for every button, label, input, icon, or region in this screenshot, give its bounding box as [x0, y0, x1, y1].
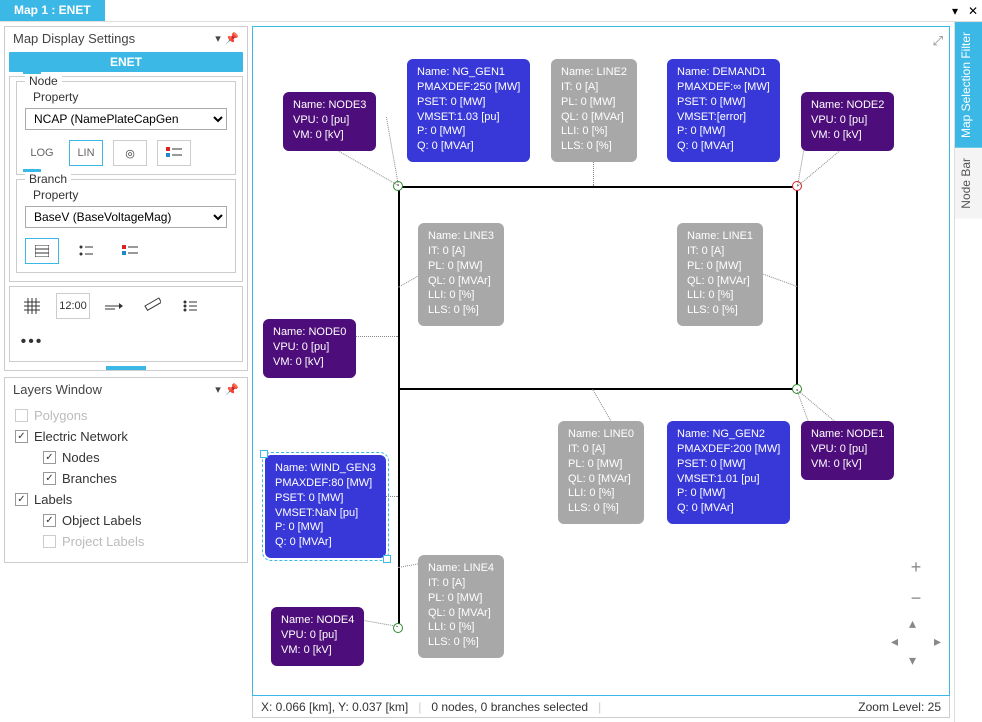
nodes-checkbox[interactable]: ✓ [43, 451, 56, 464]
label-line4[interactable]: Name: LINE4IT: 0 [A]PL: 0 [MW]QL: 0 [MVA… [418, 555, 504, 658]
status-coords: X: 0.066 [km], Y: 0.037 [km] [261, 700, 408, 714]
tab-node-bar[interactable]: Node Bar [955, 148, 982, 219]
status-zoom: Zoom Level: 25 [858, 700, 941, 714]
labels-label: Labels [34, 492, 72, 507]
branch-line[interactable] [398, 186, 400, 390]
branch-property-label: Property [33, 188, 227, 202]
layers-panel: Layers Window ▾ 📌 Polygons ✓ Electric Net… [4, 377, 248, 563]
tab-map1[interactable]: Map 1 : ENET [0, 0, 105, 21]
legend-icon[interactable] [157, 140, 191, 166]
time-button[interactable]: 12:00 [56, 293, 90, 319]
label-node3[interactable]: Name: NODE3VPU: 0 [pu]VM: 0 [kV] [283, 92, 376, 151]
pan-left-button[interactable]: ◂ [891, 633, 898, 650]
branches-checkbox[interactable]: ✓ [43, 472, 56, 485]
zoom-in-button[interactable]: + [911, 557, 922, 578]
branch-view1-icon[interactable] [25, 238, 59, 264]
branch-legend: Branch [25, 172, 71, 186]
pan-down-button[interactable]: ▾ [909, 652, 916, 669]
label-ng-gen2[interactable]: Name: NG_GEN2PMAXDEF:200 [MW]PSET: 0 [MW… [667, 421, 790, 524]
project-labels-checkbox[interactable] [43, 535, 56, 548]
label-node4[interactable]: Name: NODE4VPU: 0 [pu]VM: 0 [kV] [271, 607, 364, 666]
branch-property-select[interactable]: BaseV (BaseVoltageMag) [25, 206, 227, 228]
node-property-label: Property [33, 90, 227, 104]
pan-up-button[interactable]: ▴ [909, 615, 916, 632]
label-wind-gen3[interactable]: Name: WIND_GEN3PMAXDEF:80 [MW]PSET: 0 [M… [265, 455, 386, 558]
collapse-icon[interactable]: ▾ [211, 32, 225, 45]
map-canvas[interactable]: ⤢ [252, 26, 950, 696]
window-close-icon[interactable]: ✕ [964, 0, 982, 21]
polygons-checkbox[interactable] [15, 409, 28, 422]
status-selection: 0 nodes, 0 branches selected [431, 700, 588, 714]
branch-legend-icon[interactable] [113, 238, 147, 264]
layers-collapse-icon[interactable]: ▾ [211, 383, 225, 396]
project-labels-label: Project Labels [62, 534, 144, 549]
window-minimize-icon[interactable]: ▾ [946, 0, 964, 21]
zoom-out-button[interactable]: − [911, 588, 922, 609]
right-tabs: Map Selection Filter Node Bar [954, 22, 982, 722]
branch-line[interactable] [398, 186, 798, 188]
electric-label: Electric Network [34, 429, 128, 444]
tab-selection-filter[interactable]: Map Selection Filter [955, 22, 982, 148]
more-icon[interactable]: ••• [18, 329, 46, 355]
ruler-icon[interactable] [138, 293, 166, 319]
log-button[interactable]: LOG [25, 140, 59, 166]
pin-icon[interactable]: 📌 [225, 32, 239, 45]
label-line3[interactable]: Name: LINE3IT: 0 [A]PL: 0 [MW]QL: 0 [MVA… [418, 223, 504, 326]
polygons-label: Polygons [34, 408, 87, 423]
map-display-settings-panel: Map Display Settings ▾ 📌 ENET Node Prope… [4, 26, 248, 371]
nodes-label: Nodes [62, 450, 100, 465]
status-bar: X: 0.066 [km], Y: 0.037 [km] | 0 nodes, … [252, 696, 950, 718]
grid-icon[interactable] [18, 293, 46, 319]
left-sidebar: Map Display Settings ▾ 📌 ENET Node Prope… [0, 22, 252, 722]
label-demand1[interactable]: Name: DEMAND1PMAXDEF:∞ [MW]PSET: 0 [MW]V… [667, 59, 780, 162]
zoom-controls: + − ▴ ◂ ▸ ▾ [893, 557, 939, 665]
branch-line[interactable] [398, 388, 798, 390]
object-labels-label: Object Labels [62, 513, 142, 528]
leader-line [386, 117, 399, 186]
branch-view2-icon[interactable] [69, 238, 103, 264]
resize-handle[interactable] [106, 366, 146, 370]
list-icon[interactable] [176, 293, 204, 319]
contour-icon[interactable]: ◎ [113, 140, 147, 166]
label-ng-gen1[interactable]: Name: NG_GEN1PMAXDEF:250 [MW]PSET: 0 [MW… [407, 59, 530, 162]
electric-checkbox[interactable]: ✓ [15, 430, 28, 443]
tab-bar: Map 1 : ENET ▾ ✕ [0, 0, 982, 22]
node-fieldset: Node Property NCAP (NamePlateCapGen LOG … [16, 81, 236, 175]
branches-label: Branches [62, 471, 117, 486]
label-line0[interactable]: Name: LINE0IT: 0 [A]PL: 0 [MW]QL: 0 [MVA… [558, 421, 644, 524]
branch-line[interactable] [398, 388, 400, 628]
lin-button[interactable]: LIN [69, 140, 103, 166]
enet-band[interactable]: ENET [9, 52, 243, 72]
branch-fieldset: Branch Property BaseV (BaseVoltageMag) [16, 179, 236, 273]
label-line1[interactable]: Name: LINE1IT: 0 [A]PL: 0 [MW]QL: 0 [MVA… [677, 223, 763, 326]
layers-pin-icon[interactable]: 📌 [225, 383, 239, 396]
layers-title: Layers Window [13, 382, 102, 397]
node-property-select[interactable]: NCAP (NamePlateCapGen [25, 108, 227, 130]
pan-right-button[interactable]: ▸ [934, 633, 941, 650]
node-legend: Node [25, 74, 62, 88]
flow-icon[interactable] [100, 293, 128, 319]
object-labels-checkbox[interactable]: ✓ [43, 514, 56, 527]
label-line2[interactable]: Name: LINE2IT: 0 [A]PL: 0 [MW]QL: 0 [MVA… [551, 59, 637, 162]
expand-icon[interactable]: ⤢ [933, 33, 943, 49]
settings-title: Map Display Settings [13, 31, 135, 46]
pan-control: ▴ ◂ ▸ ▾ [893, 619, 939, 665]
labels-checkbox[interactable]: ✓ [15, 493, 28, 506]
label-node1[interactable]: Name: NODE1VPU: 0 [pu]VM: 0 [kV] [801, 421, 894, 480]
label-node2[interactable]: Name: NODE2VPU: 0 [pu]VM: 0 [kV] [801, 92, 894, 151]
label-node0[interactable]: Name: NODE0VPU: 0 [pu]VM: 0 [kV] [263, 319, 356, 378]
branch-line[interactable] [796, 186, 798, 390]
